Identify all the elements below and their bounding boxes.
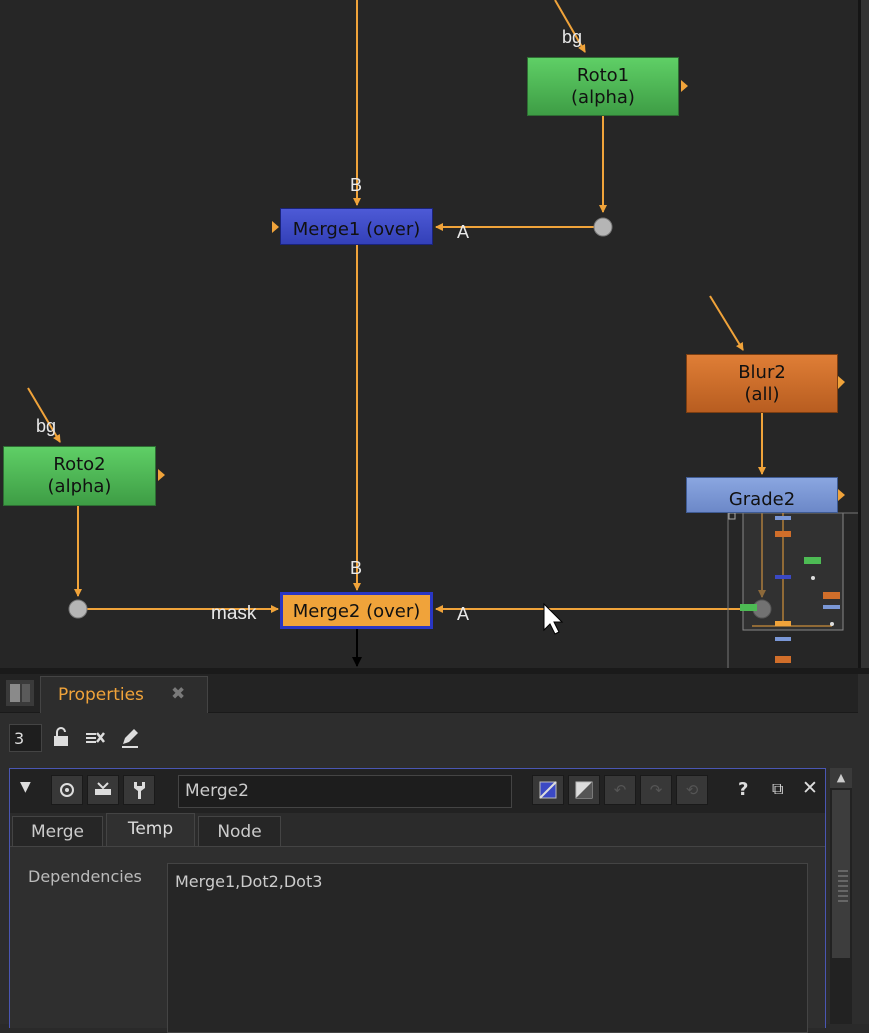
graph-edges bbox=[27, 0, 858, 668]
node-title: Grade2 bbox=[728, 489, 796, 510]
scroll-thumb[interactable] bbox=[832, 790, 850, 958]
dot-node bbox=[593, 217, 613, 237]
tab-node[interactable]: Node bbox=[198, 816, 281, 846]
mask-input-arrow bbox=[681, 80, 688, 92]
node-blur2[interactable]: Blur2 (all) bbox=[686, 354, 838, 413]
dependencies-field[interactable]: Merge1,Dot2,Dot3 bbox=[167, 863, 808, 1033]
close-panel-icon[interactable]: ✕ bbox=[802, 777, 818, 799]
tab-content: Dependencies Merge1,Dot2,Dot3 bbox=[10, 846, 825, 1033]
mask-input-arrow bbox=[272, 221, 279, 233]
properties-bin: Properties ✖ 3 ▼ Merge2 ↶ ↷ ⟲ ? ⧉ ✕ Merg… bbox=[0, 674, 869, 1033]
max-panels-field[interactable]: 3 bbox=[9, 724, 42, 752]
dependencies-label: Dependencies bbox=[28, 867, 142, 886]
node-subtitle: (all) bbox=[744, 383, 780, 405]
edge-top-to-blur2 bbox=[709, 295, 744, 351]
help-icon[interactable]: ? bbox=[738, 779, 748, 800]
node-merge1[interactable]: Merge1 (over) bbox=[280, 208, 433, 245]
node-grade2[interactable]: Grade2 bbox=[686, 477, 838, 513]
clear-panels-icon[interactable] bbox=[84, 726, 106, 748]
dot-node bbox=[68, 599, 88, 619]
input-label-a: A bbox=[457, 222, 470, 242]
node-subtitle: (alpha) bbox=[571, 86, 635, 108]
node-roto2[interactable]: Roto2 (alpha) bbox=[3, 446, 156, 506]
properties-tab[interactable]: Properties ✖ bbox=[40, 676, 208, 713]
node-name-field[interactable]: Merge2 bbox=[178, 775, 512, 808]
input-label-b: B bbox=[350, 175, 363, 195]
node-merge2-selected[interactable]: Merge2 (over) bbox=[280, 592, 433, 629]
revert-button[interactable]: ⟲ bbox=[676, 775, 708, 805]
graph-navigator bbox=[727, 512, 858, 668]
mask-input-arrow bbox=[838, 376, 845, 389]
properties-tabstrip: Properties ✖ bbox=[0, 674, 858, 713]
input-label-b: B bbox=[350, 558, 363, 578]
lock-icon[interactable] bbox=[51, 726, 73, 748]
tab-merge[interactable]: Merge bbox=[12, 816, 103, 846]
viewer-toggle-button[interactable] bbox=[51, 775, 83, 805]
node-title: Roto2 bbox=[53, 454, 106, 475]
node-title: Roto1 bbox=[576, 64, 630, 86]
node-graph[interactable]: Roto1 (alpha) Merge1 (over) Blur2 (all) … bbox=[0, 0, 858, 668]
scroll-up-arrow-icon[interactable]: ▲ bbox=[830, 768, 852, 788]
node-color-button[interactable] bbox=[532, 775, 564, 805]
node-title: Merge2 (over) bbox=[292, 600, 421, 622]
node-title: Merge1 (over) bbox=[292, 218, 421, 240]
properties-tab-label: Properties bbox=[58, 685, 144, 705]
mask-input-arrow bbox=[838, 489, 845, 501]
tab-temp[interactable]: Temp bbox=[106, 813, 195, 846]
input-label-bg: bg bbox=[562, 27, 583, 47]
mask-input-arrow bbox=[158, 469, 165, 481]
input-label-bg: bg bbox=[36, 416, 57, 436]
redo-button[interactable]: ↷ bbox=[640, 775, 672, 805]
node-subtitle: (alpha) bbox=[47, 476, 112, 497]
undo-button[interactable]: ↶ bbox=[604, 775, 636, 805]
gl-color-button[interactable] bbox=[568, 775, 600, 805]
properties-scrollbar[interactable]: ▲ bbox=[830, 768, 852, 1024]
wrench-button[interactable] bbox=[123, 775, 155, 805]
properties-toolbar: 3 bbox=[0, 718, 858, 758]
node-properties-panel: ▼ Merge2 ↶ ↷ ⟲ ? ⧉ ✕ Merge Temp Node Dep… bbox=[9, 768, 826, 1033]
float-panel-icon[interactable]: ⧉ bbox=[772, 779, 783, 799]
node-title: Blur2 bbox=[738, 361, 786, 383]
close-icon[interactable]: ✖ bbox=[171, 684, 185, 704]
right-gutter bbox=[861, 0, 869, 670]
input-label-mask: mask bbox=[211, 603, 257, 624]
content-menu-icon[interactable] bbox=[6, 680, 34, 706]
collapse-triangle-icon[interactable]: ▼ bbox=[20, 779, 31, 795]
node-roto1[interactable]: Roto1 (alpha) bbox=[527, 57, 679, 116]
panel-header: ▼ Merge2 ↶ ↷ ⟲ ? ⧉ ✕ bbox=[10, 769, 825, 813]
pencil-icon[interactable] bbox=[119, 726, 141, 748]
center-node-button[interactable] bbox=[87, 775, 119, 805]
input-label-a: A bbox=[457, 604, 470, 624]
